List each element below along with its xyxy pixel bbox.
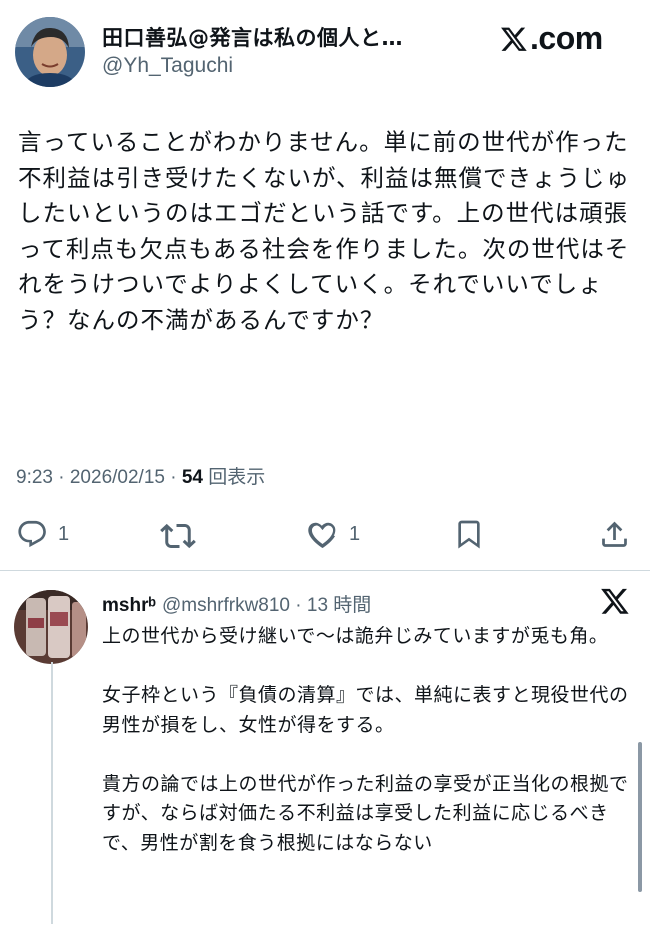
close-x-icon [601, 588, 629, 614]
retweet-button[interactable] [160, 518, 196, 554]
tweet-text: 言っていることがわかりません。単に前の世代が作った不利益は引き受けたくないが、利… [18, 128, 631, 334]
like-icon [308, 522, 336, 548]
reply-separator: · [290, 595, 307, 616]
reply-icon [18, 520, 46, 548]
reply-author-avatar[interactable] [14, 590, 88, 664]
reply-author-handle[interactable]: @mshrfrkw810 [162, 595, 290, 616]
views-label: 回表示 [208, 467, 266, 488]
reply-time[interactable]: 13 時間 [307, 595, 371, 616]
share-icon [602, 521, 627, 547]
like-button[interactable]: 1 [306, 518, 360, 551]
views-count: 54 [181, 467, 203, 488]
reply-paragraph: 上の世代から受け継いで〜は詭弁じみていますが兎も角。 [102, 625, 609, 647]
reply-count: 1 [58, 522, 70, 545]
thread-line [51, 662, 53, 924]
author-handle[interactable]: @Yh_Taguchi [102, 54, 233, 78]
bookmark-icon [458, 520, 480, 549]
reply-button[interactable]: 1 [16, 518, 69, 550]
author-avatar[interactable] [15, 17, 85, 87]
author-name[interactable]: 田口善弘@発言は私の個人と… [102, 22, 403, 52]
reply-author-name[interactable]: mshrᵇ [102, 595, 156, 616]
bookmark-button[interactable] [453, 518, 485, 550]
tweet-meta: 9:23 · 2026/02/15 · 54 回表示 [16, 462, 265, 489]
tweet-timestamp[interactable]: 9:23 · 2026/02/15 · [16, 467, 182, 488]
reply-text: 上の世代から受け継いで〜は詭弁じみていますが兎も角。 女子枠という『負債の清算』… [102, 622, 632, 888]
reply-paragraph: 貴方の論では上の世代が作った利益の享受が正当化の根拠ですが、ならば対価たる不利益… [102, 772, 629, 854]
reply-paragraph: 女子枠という『負債の清算』では、単純に表すと現役世代の男性が損をし、女性が得をす… [102, 684, 629, 736]
x-logo-icon [501, 27, 527, 51]
section-divider [0, 570, 650, 571]
share-button[interactable] [598, 518, 631, 551]
site-logo: .com [500, 20, 603, 57]
retweet-icon [160, 523, 196, 549]
scrollbar[interactable] [638, 742, 642, 892]
x-logo-button[interactable] [600, 586, 630, 620]
like-count: 1 [349, 523, 361, 545]
reply-header: mshrᵇ @mshrfrkw810 · 13 時間 [102, 590, 371, 617]
site-logo-text: .com [530, 20, 603, 56]
